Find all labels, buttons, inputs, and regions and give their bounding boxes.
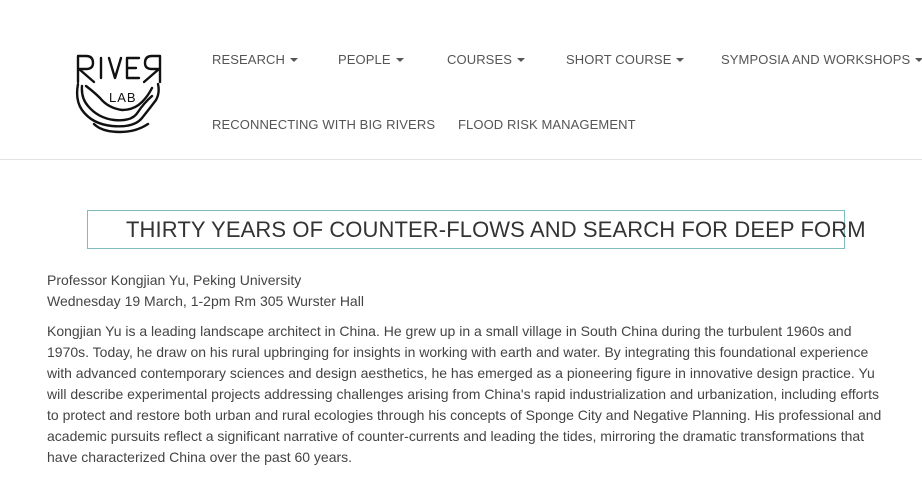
- svg-text:LAB: LAB: [109, 90, 137, 105]
- nav-symposia[interactable]: SYMPOSIA AND WORKSHOPS: [721, 52, 922, 67]
- nav-short-course[interactable]: SHORT COURSE: [566, 52, 685, 67]
- nav-symposia-label: SYMPOSIA AND WORKSHOPS: [721, 52, 911, 67]
- caret-down-icon: [915, 58, 922, 62]
- event-title: THIRTY YEARS OF COUNTER-FLOWS AND SEARCH…: [126, 217, 866, 242]
- logo-graphic: LAB: [75, 54, 162, 134]
- event-description: Kongjian Yu is a leading landscape archi…: [47, 323, 882, 465]
- caret-down-icon: [517, 58, 525, 62]
- nav-research[interactable]: RESEARCH: [212, 52, 299, 67]
- caret-down-icon: [290, 58, 299, 62]
- caret-down-icon: [395, 58, 404, 62]
- river-lab-logo[interactable]: LAB: [72, 48, 162, 134]
- nav-reconnecting-label: RECONNECTING WITH BIG RIVERS: [212, 117, 436, 132]
- site-header: LAB RESEARCH PEOPLE COURSES SHORT COURSE…: [0, 0, 922, 160]
- nav-research-label: RESEARCH: [212, 52, 286, 67]
- nav-flood-risk-label: FLOOD RISK MANAGEMENT: [458, 117, 636, 132]
- nav-reconnecting[interactable]: RECONNECTING WITH BIG RIVERS: [212, 117, 435, 132]
- nav-courses[interactable]: COURSES: [447, 52, 525, 67]
- nav-people[interactable]: PEOPLE: [338, 52, 404, 67]
- nav-people-label: PEOPLE: [338, 52, 391, 67]
- nav-short-course-label: SHORT COURSE: [566, 52, 672, 67]
- caret-down-icon: [676, 58, 685, 62]
- event-datetime: Wednesday 19 March, 1-2pm Rm 305 Wurster…: [47, 293, 364, 309]
- nav-courses-label: COURSES: [447, 52, 512, 67]
- nav-flood-risk[interactable]: FLOOD RISK MANAGEMENT: [458, 117, 636, 132]
- event-title-box: THIRTY YEARS OF COUNTER-FLOWS AND SEARCH…: [87, 210, 866, 249]
- event-speaker: Professor Kongjian Yu, Peking University: [47, 272, 302, 288]
